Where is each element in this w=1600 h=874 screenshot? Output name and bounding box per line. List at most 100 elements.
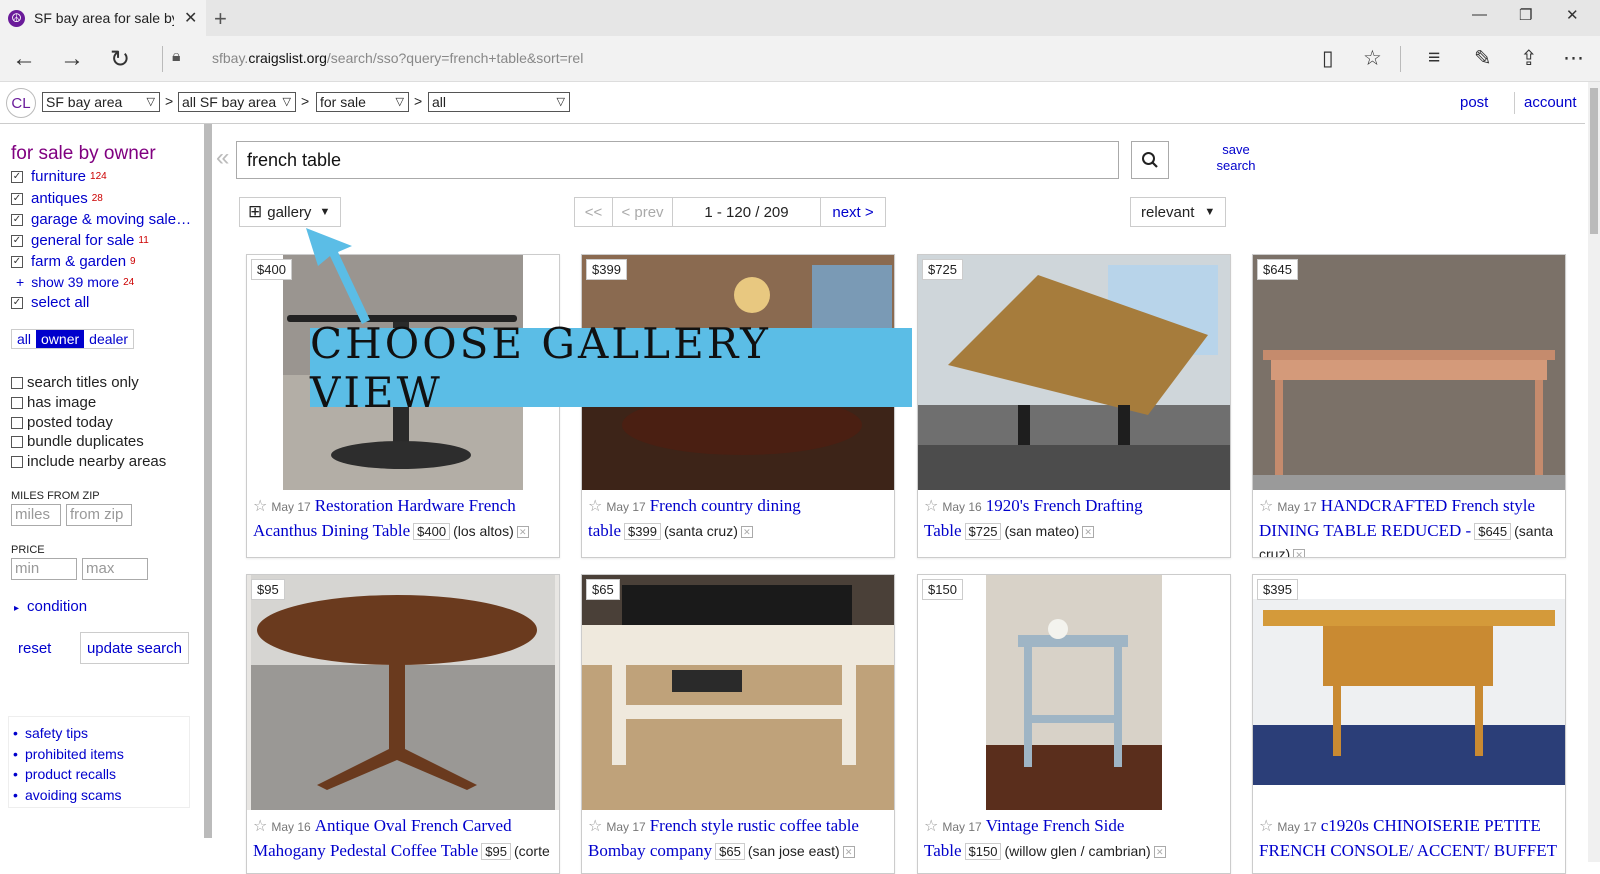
sort-select[interactable]: relevant ▼	[1130, 197, 1226, 227]
favorite-star-icon[interactable]: ☆	[1363, 46, 1382, 71]
listing-card[interactable]: $150 ☆ May 17 Vintage French Side Table $15…	[917, 574, 1231, 874]
more-icon[interactable]: ⋯	[1563, 46, 1584, 71]
product-recalls-link[interactable]: product recalls	[13, 766, 116, 782]
reset-button[interactable]: reset	[18, 640, 51, 657]
hide-icon[interactable]: ✕	[740, 526, 753, 539]
category-farm-garden[interactable]: ✓ farm & garden 9	[11, 253, 136, 270]
hide-icon[interactable]: ✕	[842, 846, 855, 859]
category-general[interactable]: ✓ general for sale 11	[11, 232, 149, 249]
next-page-button[interactable]: next >	[821, 198, 885, 226]
option-search-titles[interactable]: search titles only	[11, 374, 139, 391]
minimize-icon[interactable]: —	[1472, 6, 1487, 23]
share-icon[interactable]: ⇪	[1520, 46, 1538, 71]
star-icon[interactable]: ☆	[1259, 498, 1273, 515]
listing-photo[interactable]	[1253, 255, 1565, 490]
star-icon[interactable]: ☆	[588, 818, 602, 835]
option-posted-today[interactable]: posted today	[11, 414, 113, 431]
category-select[interactable]: all ▽	[428, 92, 570, 112]
refresh-icon[interactable]: ↻	[110, 45, 130, 74]
forward-icon[interactable]: →	[60, 45, 84, 73]
checkbox-checked-icon[interactable]: ✓	[11, 234, 23, 247]
listing-photo[interactable]	[1253, 575, 1565, 810]
show-more-link[interactable]: + show 39 more 24	[16, 274, 134, 290]
cl-logo[interactable]: CL	[6, 88, 36, 118]
section-select[interactable]: for sale ▽	[316, 92, 409, 112]
category-garage-sale[interactable]: ✓ garage & moving sale…	[11, 211, 191, 228]
close-window-icon[interactable]: ✕	[1566, 6, 1579, 24]
new-tab-icon[interactable]: +	[214, 6, 227, 32]
option-bundle-duplicates[interactable]: bundle duplicates	[11, 433, 144, 450]
listing-card[interactable]: $65 ☆ May 17 French style rustic coffee ta…	[581, 574, 895, 874]
account-link[interactable]: account	[1524, 94, 1577, 111]
category-furniture[interactable]: ✓ furniture 124	[11, 168, 107, 185]
miles-input[interactable]: miles	[11, 504, 61, 526]
collapse-sidebar-icon[interactable]: «	[216, 144, 229, 172]
update-search-button[interactable]: update search	[80, 632, 189, 664]
checkbox-icon[interactable]	[11, 376, 23, 389]
reading-view-icon[interactable]: ▯	[1322, 46, 1334, 71]
star-icon[interactable]: ☆	[1259, 818, 1273, 835]
post-link[interactable]: post	[1460, 94, 1488, 111]
max-price-input[interactable]: max	[82, 558, 148, 580]
checkbox-checked-icon[interactable]: ✓	[11, 192, 23, 205]
star-icon[interactable]: ☆	[253, 498, 267, 515]
seller-dealer[interactable]: dealer	[84, 330, 133, 348]
checkbox-checked-icon[interactable]: ✓	[11, 296, 23, 309]
area-select[interactable]: SF bay area ▽	[42, 92, 160, 112]
listing-info: ☆ May 17 Restoration Hardware French Acant…	[253, 494, 555, 543]
web-note-icon[interactable]: ✎	[1474, 46, 1492, 71]
star-icon[interactable]: ☆	[588, 498, 602, 515]
seller-owner[interactable]: owner	[36, 330, 85, 348]
subarea-select[interactable]: all SF bay area ▽	[178, 92, 296, 112]
avoiding-scams-link[interactable]: avoiding scams	[13, 787, 121, 803]
listing-photo[interactable]	[918, 575, 1230, 810]
close-tab-icon[interactable]: ✕	[184, 8, 197, 28]
select-all[interactable]: ✓ select all	[11, 294, 89, 311]
seller-all[interactable]: all	[12, 330, 36, 348]
condition-toggle[interactable]: ▸ condition	[14, 598, 87, 615]
min-price-input[interactable]: min	[11, 558, 77, 580]
listing-photo[interactable]	[918, 255, 1230, 490]
option-has-image[interactable]: has image	[11, 394, 96, 411]
checkbox-checked-icon[interactable]: ✓	[11, 255, 23, 268]
browser-tab[interactable]: ☮ SF bay area for sale by c ✕	[0, 0, 206, 36]
sidebar-scrollbar[interactable]	[204, 124, 212, 838]
view-select-button[interactable]: ⊞ gallery ▼	[239, 197, 341, 227]
checkbox-icon[interactable]	[11, 435, 23, 448]
hide-icon[interactable]: ✕	[1153, 846, 1166, 859]
scroll-thumb[interactable]	[1590, 88, 1598, 234]
checkbox-checked-icon[interactable]: ✓	[11, 170, 23, 183]
restore-icon[interactable]: ❐	[1519, 6, 1532, 24]
category-antiques[interactable]: ✓ antiques 28	[11, 190, 103, 207]
safety-tips-link[interactable]: safety tips	[13, 725, 88, 741]
listing-card[interactable]: $395 ☆ May 17 c1920s CHINOISERIE PETITE FR…	[1252, 574, 1566, 874]
listing-photo[interactable]	[582, 575, 894, 810]
checkbox-icon[interactable]	[11, 416, 23, 429]
listing-card[interactable]: $645 ☆ May 17 HANDCRAFTED French style DIN…	[1252, 254, 1566, 558]
option-nearby-areas[interactable]: include nearby areas	[11, 453, 166, 470]
page-scrollbar[interactable]	[1588, 82, 1600, 862]
search-button[interactable]	[1131, 141, 1169, 179]
star-icon[interactable]: ☆	[924, 498, 938, 515]
search-input[interactable]: french table	[236, 141, 1119, 179]
hide-icon[interactable]: ✕	[516, 526, 529, 539]
star-icon[interactable]: ☆	[253, 818, 267, 835]
listing-photo[interactable]	[247, 575, 559, 810]
save-search-link[interactable]: save search	[1208, 142, 1264, 174]
first-page-button[interactable]: <<	[575, 198, 613, 226]
console-table-photo	[1253, 255, 1565, 490]
checkbox-icon[interactable]	[11, 455, 23, 468]
listing-card[interactable]: $725 ☆ May 16 1920's French Drafting Table…	[917, 254, 1231, 558]
prev-page-button[interactable]: < prev	[613, 198, 673, 226]
checkbox-checked-icon[interactable]: ✓	[11, 213, 23, 226]
star-icon[interactable]: ☆	[924, 818, 938, 835]
hide-icon[interactable]: ✕	[1082, 526, 1095, 539]
listing-card[interactable]: $95 ☆ May 16 Antique Oval French Carved Ma…	[246, 574, 560, 874]
hub-icon[interactable]: ≡	[1428, 46, 1440, 70]
checkbox-icon[interactable]	[11, 396, 23, 409]
zip-input[interactable]: from zip	[66, 504, 132, 526]
back-icon[interactable]: ←	[12, 45, 36, 73]
url-field[interactable]: sfbay.craigslist.org/search/sso?query=fr…	[212, 50, 583, 66]
hide-icon[interactable]: ✕	[1293, 549, 1306, 557]
prohibited-items-link[interactable]: prohibited items	[13, 746, 124, 762]
